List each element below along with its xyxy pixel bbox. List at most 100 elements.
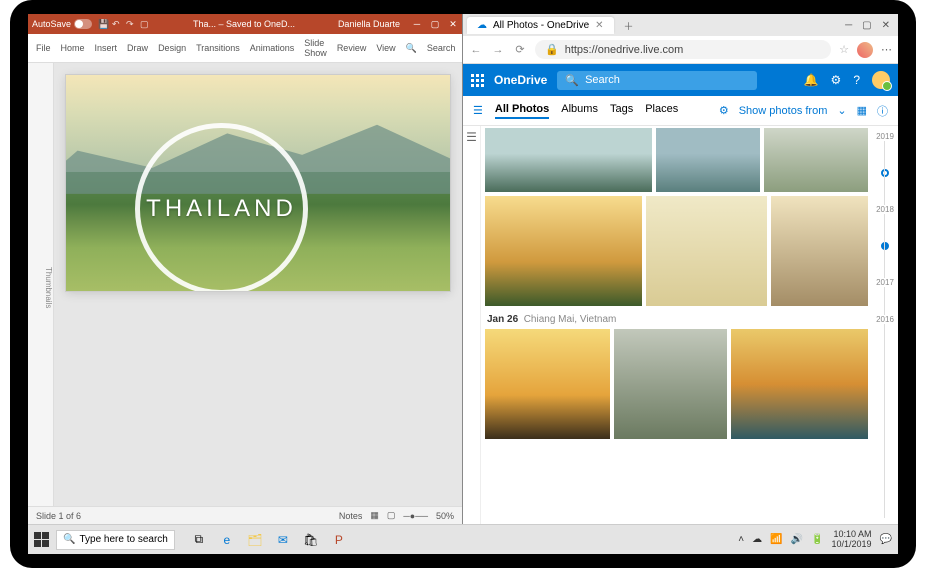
slide-canvas[interactable]: THAILAND <box>54 63 462 506</box>
tab-home[interactable]: Home <box>61 43 85 53</box>
photo-tabs: All Photos Albums Tags Places <box>495 103 678 119</box>
timeline-year[interactable]: 2018 <box>876 205 894 214</box>
store-icon[interactable]: 🛍 <box>301 530 321 550</box>
tab-review[interactable]: Review <box>337 43 367 53</box>
minimize-icon[interactable]: ─ <box>845 20 852 31</box>
show-photos-from[interactable]: Show photos from <box>739 105 828 117</box>
tab-insert[interactable]: Insert <box>95 43 118 53</box>
redo-icon[interactable]: ↷ <box>126 19 136 29</box>
onedrive-logo[interactable]: OneDrive <box>494 73 547 87</box>
close-icon[interactable]: ✕ <box>448 19 458 30</box>
tab-places[interactable]: Places <box>645 103 678 119</box>
tab-search[interactable]: Search <box>427 43 456 53</box>
user-avatar-icon[interactable] <box>872 71 890 89</box>
powerpoint-window: AutoSave 💾 ↶ ↷ ▢ Tha... – Saved to OneD.… <box>28 14 463 524</box>
battery-icon[interactable]: 🔋 <box>811 534 823 545</box>
quick-access-toolbar[interactable]: 💾 ↶ ↷ ▢ <box>98 19 150 29</box>
onedrive-search[interactable]: 🔍 Search <box>557 71 757 90</box>
timeline-year[interactable]: 2019 <box>876 132 894 141</box>
more-icon[interactable]: ⋯ <box>881 43 892 56</box>
thumbnail-pane[interactable]: Thumbnails <box>28 63 54 506</box>
tab-albums[interactable]: Albums <box>561 103 598 119</box>
profile-avatar-icon[interactable] <box>857 42 873 58</box>
clock[interactable]: 10:10 AM 10/1/2019 <box>832 530 872 550</box>
slide[interactable]: THAILAND <box>66 75 450 291</box>
tab-all-photos[interactable]: All Photos <box>495 103 549 119</box>
autosave-toggle[interactable]: AutoSave <box>32 19 92 29</box>
powerpoint-icon[interactable]: P <box>329 530 349 550</box>
photo-thumb[interactable] <box>485 128 652 192</box>
notes-button[interactable]: Notes <box>339 511 363 521</box>
timeline-year[interactable]: 2016 <box>876 315 894 324</box>
photo-thumb[interactable] <box>656 128 760 192</box>
tab-slideshow[interactable]: Slide Show <box>304 38 327 58</box>
close-icon[interactable]: ✕ <box>882 20 890 31</box>
photo-thumb[interactable] <box>646 196 767 306</box>
hamburger-icon[interactable]: ☰ <box>473 104 483 117</box>
task-view-icon[interactable]: ⧉ <box>189 530 209 550</box>
photo-thumb[interactable] <box>485 196 642 306</box>
start-button[interactable] <box>34 532 50 548</box>
wifi-icon[interactable]: 📶 <box>770 534 782 545</box>
slide-counter[interactable]: Slide 1 of 6 <box>36 511 81 521</box>
favorite-icon[interactable]: ☆ <box>839 43 849 56</box>
notifications-icon[interactable]: 🔔 <box>804 73 819 87</box>
new-tab-button[interactable]: ＋ <box>618 18 640 33</box>
minimize-icon[interactable]: ─ <box>412 19 422 30</box>
search-placeholder: Type here to search <box>79 534 167 545</box>
tab-transitions[interactable]: Transitions <box>196 43 240 53</box>
browser-tab[interactable]: ☁ All Photos - OneDrive ✕ <box>467 17 614 34</box>
explorer-icon[interactable]: 🗂 <box>245 530 265 550</box>
lock-icon: 🔒 <box>545 43 559 56</box>
timeline-marker-icon[interactable] <box>881 169 889 177</box>
photo-thumb[interactable] <box>614 329 727 439</box>
photo-thumb[interactable] <box>764 128 868 192</box>
user-name[interactable]: Daniella Duarte <box>338 19 400 29</box>
view-slideshow-icon[interactable]: ▢ <box>387 510 396 521</box>
info-icon[interactable]: ⓘ <box>877 103 888 119</box>
refresh-icon[interactable]: ⟳ <box>513 43 527 56</box>
volume-icon[interactable]: 🔊 <box>791 534 803 545</box>
maximize-icon[interactable]: ▢ <box>430 19 440 30</box>
action-center-icon[interactable]: 💬 <box>880 534 892 545</box>
search-icon: 🔍 <box>406 43 417 54</box>
autosave-label: AutoSave <box>32 19 71 29</box>
back-icon[interactable]: ← <box>469 44 483 56</box>
view-normal-icon[interactable]: ▦ <box>370 510 379 521</box>
taskbar-search[interactable]: 🔍 Type here to search <box>56 530 175 550</box>
tab-tags[interactable]: Tags <box>610 103 633 119</box>
address-bar-row: ← → ⟳ 🔒 https://onedrive.live.com ☆ ⋯ <box>463 36 898 64</box>
tab-draw[interactable]: Draw <box>127 43 148 53</box>
forward-icon[interactable]: → <box>491 44 505 56</box>
app-launcher-icon[interactable] <box>471 74 484 87</box>
undo-icon[interactable]: ↶ <box>112 19 122 29</box>
edge-icon[interactable]: e <box>217 530 237 550</box>
timeline-marker-icon[interactable] <box>881 242 889 250</box>
view-grid-icon[interactable]: ▦ <box>857 104 867 117</box>
tab-animations[interactable]: Animations <box>250 43 295 53</box>
timeline-scrubber[interactable]: 2019 2018 2017 2016 <box>872 126 898 524</box>
maximize-icon[interactable]: ▢ <box>862 20 871 31</box>
address-bar[interactable]: 🔒 https://onedrive.live.com <box>535 40 831 59</box>
photo-thumb[interactable] <box>485 329 610 439</box>
taskbar: 🔍 Type here to search ⧉ e 🗂 ✉ 🛍 P ˄ ☁ 📶 … <box>28 524 898 554</box>
timeline-year[interactable]: 2017 <box>876 278 894 287</box>
onedrive-tray-icon[interactable]: ☁ <box>752 534 762 545</box>
save-icon[interactable]: 💾 <box>98 19 108 29</box>
tab-close-icon[interactable]: ✕ <box>595 20 603 31</box>
tab-design[interactable]: Design <box>158 43 186 53</box>
left-rail[interactable]: ☰ <box>463 126 481 524</box>
mail-icon[interactable]: ✉ <box>273 530 293 550</box>
tray-chevron-icon[interactable]: ˄ <box>738 534 744 545</box>
photo-thumb[interactable] <box>771 196 868 306</box>
settings-icon[interactable]: ⚙ <box>831 73 842 87</box>
zoom-level[interactable]: 50% <box>436 511 454 521</box>
tab-file[interactable]: File <box>36 43 51 53</box>
present-icon[interactable]: ▢ <box>140 19 150 29</box>
tab-view[interactable]: View <box>376 43 395 53</box>
chevron-down-icon[interactable]: ⌄ <box>837 104 846 117</box>
photo-thumb[interactable] <box>731 329 869 439</box>
help-icon[interactable]: ? <box>853 73 860 87</box>
url-text: https://onedrive.live.com <box>565 44 684 56</box>
zoom-slider[interactable]: ─●── <box>403 511 428 521</box>
